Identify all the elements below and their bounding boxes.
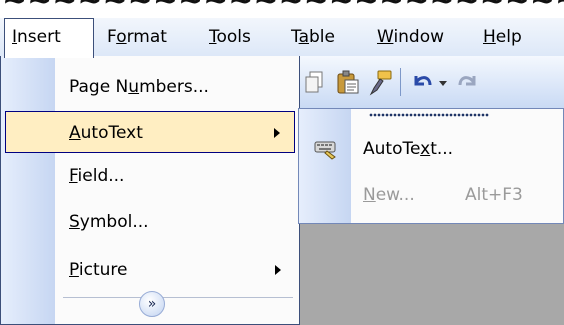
menu-table[interactable]: Table [284,18,342,56]
menu-insert[interactable]: Insert [4,18,94,58]
menu-item-label: ymbol... [79,212,149,232]
menu-access-key: a [298,27,309,47]
menu-access-key: u [128,77,140,97]
undo-icon[interactable] [408,68,436,96]
menu-label-part: ble [309,27,335,47]
standard-toolbar [296,56,564,109]
submenu-item-autotext[interactable]: AutoText... [363,139,453,159]
menu-item-label: utoText [80,123,143,143]
toolbar-separator [400,68,401,96]
copy-icon[interactable] [302,68,330,96]
menu-label-part: elp [495,27,522,47]
menu-item-label: icture [78,260,128,280]
submenu-arrow-icon [275,265,281,275]
menu-item-page-numbers[interactable]: Page Numbers... [5,66,295,108]
menu-format[interactable]: Format [100,18,174,56]
expand-menu-chevrons-icon[interactable]: » [139,291,165,317]
menu-label-part: rmat [126,27,167,47]
menu-label-part: nsert [17,27,61,47]
menu-item-label: Page N [69,77,129,97]
menu-item-label: ew... [375,185,415,205]
menu-separator [63,297,293,298]
menu-item-label: ield... [77,166,125,186]
paste-icon[interactable] [334,68,362,96]
menu-item-label: mbers... [139,77,209,97]
menu-access-key: F [69,166,78,186]
menu-tools[interactable]: Tools [202,18,258,56]
submenu-icon-strip [299,109,351,223]
menu-access-key: P [69,260,79,280]
menu-item-picture[interactable]: Picture [5,249,295,291]
menu-label-part: indow [393,27,445,47]
menu-access-key: o [116,27,127,47]
menu-access-key: S [69,212,80,232]
menu-item-label: t... [430,139,454,159]
submenu-item-new[interactable]: New... [363,185,415,205]
menu-access-key: W [377,27,394,47]
menu-item-label: AutoTe [363,139,421,159]
menu-item-symbol[interactable]: Symbol... [5,201,295,243]
autotext-submenu: AutoText... New... Alt+F3 [298,108,564,224]
menu-item-field[interactable]: Field... [5,155,295,197]
menu-bar: Insert Format Tools Table Window Help [0,18,564,58]
submenu-drag-grip[interactable] [369,113,489,117]
redo-icon[interactable] [454,68,482,96]
insert-menu: Page Numbers... AutoText Field... Symbol… [0,56,300,325]
menu-label-part: ools [216,27,251,47]
menu-window[interactable]: Window [370,18,451,56]
menu-help[interactable]: Help [476,18,529,56]
menu-label-part: T [291,27,299,47]
format-painter-icon[interactable] [366,68,394,96]
menu-access-key: H [483,27,496,47]
menu-item-autotext[interactable]: AutoText [5,111,295,153]
menu-access-key: x [420,139,431,159]
menu-access-key: T [209,27,217,47]
menu-access-key: N [363,185,376,205]
background-document-strip: ~~~~~~~~~~~~~~~~~~~~~~~~~~~~~~~~~~~~~~ [0,0,564,18]
menu-label-part: F [107,27,117,47]
autotext-keyboard-icon [313,135,339,161]
submenu-arrow-icon [274,128,280,138]
menu-access-key: A [69,123,81,143]
undo-dropdown-icon[interactable] [436,68,450,96]
shortcut-alt-f3: Alt+F3 [465,185,523,205]
cropped-text-fragment: ~~~~~~~~~~~~~~~~~~~~~~~~~~~~~~~~~~~~~~ [2,0,564,18]
